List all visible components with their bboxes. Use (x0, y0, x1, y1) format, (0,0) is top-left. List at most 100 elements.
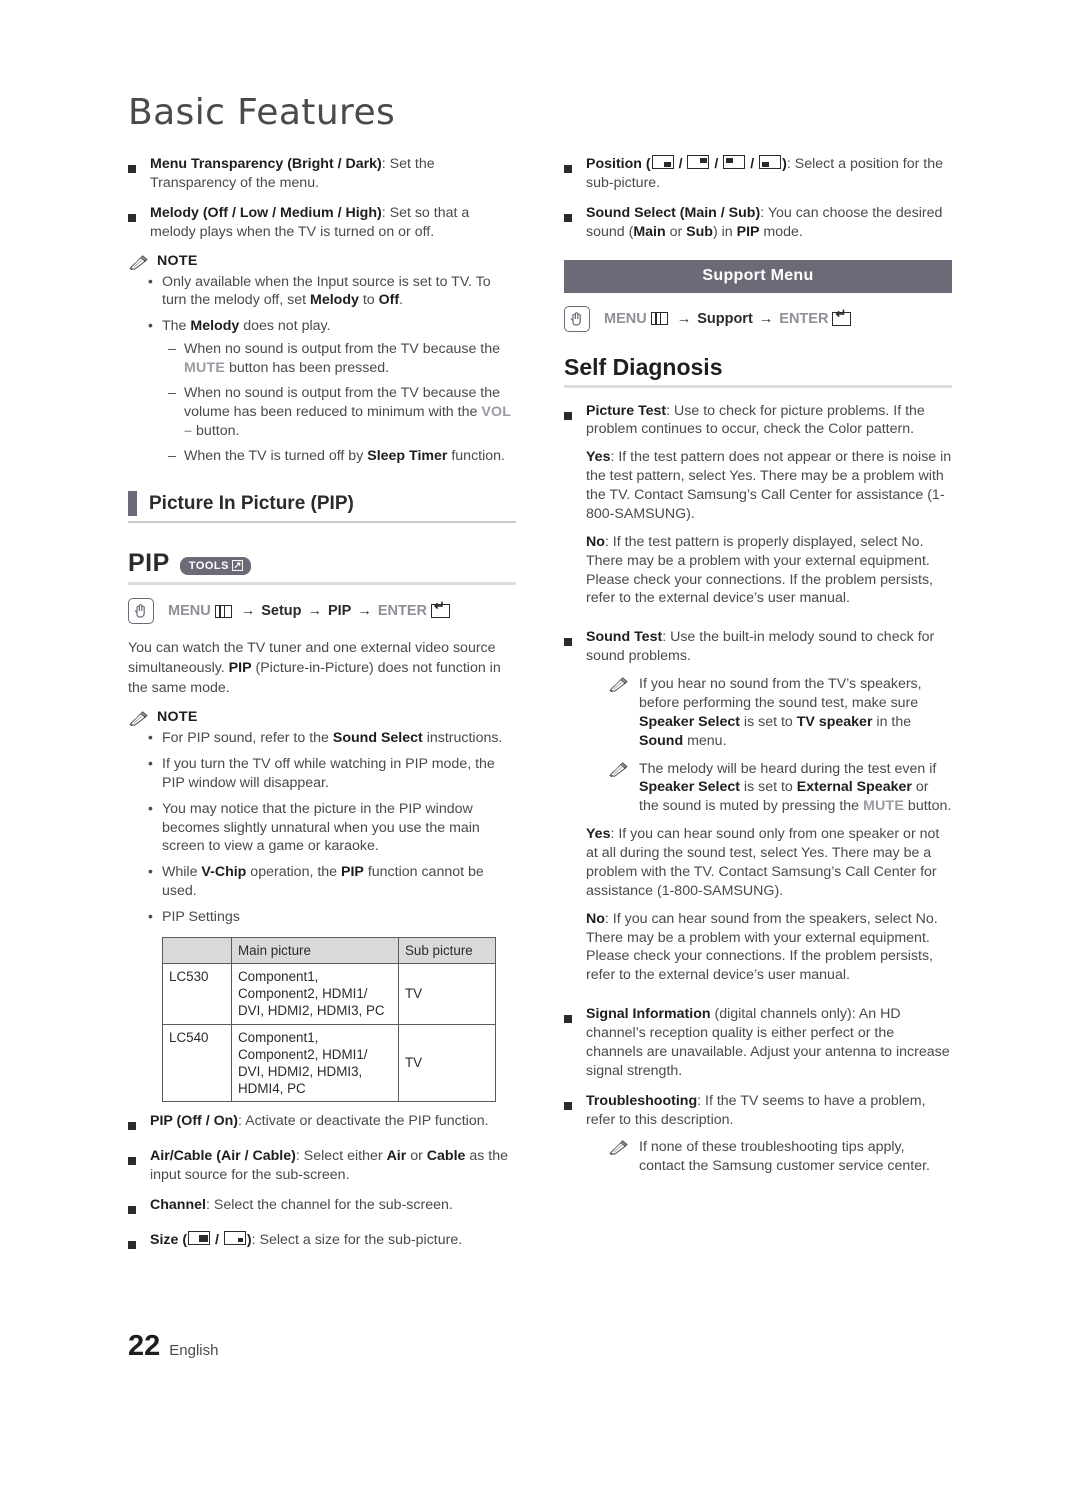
list-item-text: Picture Test: Use to check for picture p… (586, 402, 952, 618)
list-item: You may notice that the picture in the P… (148, 799, 516, 857)
menu-icon (214, 604, 232, 618)
list-item-sound-test: Sound Test: Use the built-in melody soun… (564, 628, 952, 994)
note-text: does not play. (239, 318, 331, 335)
melody-term: Melody (310, 292, 359, 309)
speaker-select-term: Speaker Select (639, 779, 740, 796)
note-header-melody: NOTE (128, 253, 516, 271)
pip-intro-paragraph: You can watch the TV tuner and one exter… (128, 639, 516, 699)
note-text: is set to (739, 779, 797, 796)
tools-badge-label: TOOLS (188, 559, 229, 572)
two-column-layout: Menu Transparency (Bright / Dark): Set t… (128, 155, 952, 1266)
note-text: is set to (739, 713, 797, 730)
list-item: When the TV is turned off by Sleep Timer… (168, 447, 516, 466)
pencil-icon (608, 761, 630, 778)
melody-term: Melody (190, 318, 240, 335)
list-item-text: Sound Test: Use the built-in melody soun… (586, 628, 952, 994)
list-item-position: Position ( / / / ): Select a position fo… (564, 155, 952, 193)
note-text-block: The melody will be heard during the test… (639, 760, 952, 817)
section-heading-pip: Picture In Picture (PIP) (128, 491, 516, 524)
sound-test-no: No: If you can hear sound from the speak… (586, 910, 952, 986)
list-item-text: Menu Transparency (Bright / Dark): Set t… (150, 155, 516, 193)
list-item-text: Size ( / ): Select a size for the sub-pi… (150, 1230, 516, 1255)
list-item-pip-onoff: PIP (Off / On): Activate or deactivate t… (128, 1112, 516, 1136)
pip-term: PIP (228, 660, 252, 677)
table-cell-main: Component1, Component2, HDMI1/ DVI, HDMI… (231, 1023, 399, 1103)
self-diagnosis-heading: Self Diagnosis (564, 354, 952, 388)
arrow-icon: → (676, 310, 692, 327)
pencil-icon (608, 1140, 630, 1156)
list-item: If you turn the TV off while watching in… (148, 754, 516, 793)
note-text: For PIP sound, refer to the (162, 730, 333, 746)
size-desc: : Select a size for the sub-picture. (251, 1231, 463, 1248)
note-label: NOTE (157, 709, 198, 725)
troubleshooting-note: If none of these troubleshooting tips ap… (586, 1138, 952, 1176)
troubleshooting-label: Troubleshooting (586, 1092, 698, 1109)
list-item-text: Sound Select (Main / Sub): You can choos… (586, 204, 952, 242)
square-bullet-icon (564, 402, 586, 618)
sound-select-term: Sound Select (332, 730, 423, 746)
note-text: in the (872, 713, 912, 730)
pip-label: PIP (327, 603, 352, 620)
list-item: While V-Chip operation, the PIP function… (148, 862, 516, 901)
square-bullet-icon (564, 628, 586, 994)
section-accent-bar (128, 491, 137, 517)
list-item-melody: Melody (Off / Low / Medium / High): Set … (128, 204, 516, 242)
square-bullet-icon (564, 1092, 586, 1186)
no-desc: : If the test pattern is properly displa… (586, 533, 933, 607)
table-body: LC530 Component1, Component2, HDMI1/ DVI… (162, 963, 496, 1103)
sound-select-desc: ) in (712, 223, 737, 240)
off-term: Off (378, 292, 400, 309)
list-item: The Melody does not play. When no sound … (148, 316, 516, 466)
table-header-row: Main picture Sub picture (162, 936, 496, 965)
menu-icon (650, 312, 668, 325)
cable-term: Cable (426, 1148, 466, 1164)
note-text: If you hear no sound from the TV’s speak… (639, 676, 922, 711)
support-label: Support (697, 310, 753, 327)
position-separator: / (746, 156, 759, 172)
note-text: to (358, 292, 379, 309)
table-cell-model: LC530 (162, 963, 232, 1025)
position-top-left-icon (723, 155, 746, 169)
sound-test-line: Sound Test: Use the built-in melody soun… (586, 628, 952, 666)
aircable-desc: : Select either (295, 1148, 387, 1164)
page-number: 22 (128, 1330, 161, 1362)
pencil-icon (128, 254, 150, 271)
table-cell-sub: TV (398, 963, 496, 1025)
note-text: button. (192, 422, 240, 439)
size-paren: ( (178, 1231, 188, 1248)
sound-test-note-1: If you hear no sound from the TV’s speak… (586, 675, 952, 751)
picture-test-label: Picture Test (586, 402, 667, 419)
picture-test-line: Picture Test: Use to check for picture p… (586, 402, 952, 440)
yes-desc: : If the test pattern does not appear or… (586, 449, 952, 522)
pip-settings-table: Main picture Sub picture LC530 Component… (162, 936, 496, 1103)
square-bullet-icon (128, 1196, 150, 1220)
main-term: Main (633, 223, 666, 240)
list-item-air-cable: Air/Cable (Air / Cable): Select either A… (128, 1147, 516, 1185)
pip-title: PIP (128, 549, 170, 578)
tools-badge[interactable]: TOOLS (179, 556, 251, 575)
position-bottom-right-icon (651, 155, 674, 169)
note-text: button has been pressed. (225, 360, 390, 376)
table-cell-model: LC540 (162, 1023, 232, 1103)
size-label: Size (150, 1231, 179, 1248)
pip-term: PIP (341, 864, 364, 881)
tools-arrow-icon (232, 560, 243, 572)
list-item-text: Melody (Off / Low / Medium / High): Set … (150, 204, 516, 242)
melody-label: Melody (Off / Low / Medium / High) (150, 204, 382, 221)
enter-label: ENTER (779, 310, 829, 327)
sound-test-label: Sound Test (586, 629, 663, 646)
sound-test-note-2: The melody will be heard during the test… (586, 760, 952, 817)
list-item: PIP Settings (148, 907, 516, 927)
note-text: . (399, 292, 404, 309)
list-item-text: Troubleshooting: If the TV seems to have… (586, 1092, 952, 1186)
square-bullet-icon (128, 1231, 150, 1255)
arrow-icon: → (307, 603, 322, 620)
enter-key-icon (431, 600, 451, 619)
enter-label: ENTER (377, 603, 428, 620)
table-row: LC540 Component1, Component2, HDMI1/ DVI… (162, 1023, 496, 1103)
table-header-sub-picture: Sub picture (398, 936, 496, 965)
position-separator: / (710, 156, 723, 172)
list-item-text: Position ( / / / ): Select a position fo… (586, 155, 952, 193)
position-paren: ( (641, 156, 651, 172)
list-item-sound-select: Sound Select (Main / Sub): You can choos… (564, 204, 952, 242)
